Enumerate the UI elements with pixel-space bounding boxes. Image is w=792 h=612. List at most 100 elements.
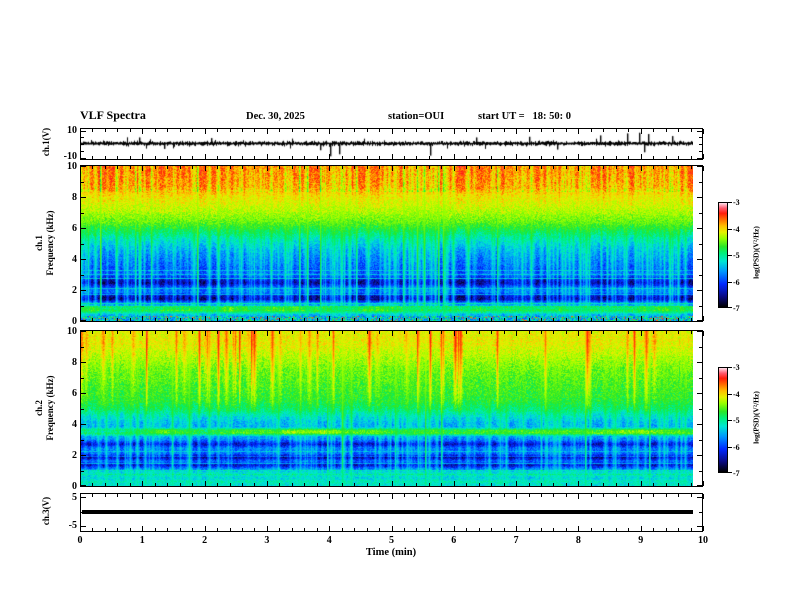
tick-mark (578, 481, 579, 486)
tick-mark (130, 318, 131, 321)
tick-mark (81, 512, 84, 513)
tick-mark (242, 331, 243, 334)
tick-mark (367, 483, 368, 486)
tick-mark (429, 318, 430, 321)
tick-mark (404, 483, 405, 486)
tick-mark (441, 528, 442, 531)
tick-mark (566, 483, 567, 486)
tick-mark (92, 528, 93, 531)
tick-mark (367, 528, 368, 531)
tick-mark (641, 331, 642, 336)
tick-mark (254, 331, 255, 334)
tick-mark (167, 318, 168, 321)
tick-mark (653, 318, 654, 321)
tick-mark (254, 528, 255, 531)
tick-mark (292, 494, 293, 497)
tick-mark (254, 483, 255, 486)
tick-mark (591, 494, 592, 497)
tick-mark (728, 367, 732, 368)
tick-mark (441, 156, 442, 159)
tick-mark (92, 156, 93, 159)
tick-mark (92, 494, 93, 497)
tick-mark (691, 129, 692, 132)
tick-mark (466, 129, 467, 132)
tick-mark (205, 526, 206, 531)
tick-mark (81, 166, 86, 167)
tick-mark (130, 166, 131, 169)
tick-mark (342, 331, 343, 334)
tick-mark (504, 129, 505, 132)
tick-mark (81, 259, 86, 260)
tick-mark (92, 166, 93, 169)
tick-mark (81, 409, 84, 410)
tick-mark (678, 166, 679, 169)
tick-mark (591, 129, 592, 132)
tick-mark (541, 156, 542, 159)
tick-mark (105, 528, 106, 531)
time-tick-label: 8 (575, 535, 581, 546)
tick-mark (81, 182, 84, 183)
tick-mark (81, 347, 84, 348)
ch1-wave-axis-label: ch.1(V) (41, 127, 51, 157)
time-tick-label: 5 (389, 535, 394, 546)
tick-mark (628, 494, 629, 497)
colorbar-ch2 (718, 367, 728, 473)
tick-mark (304, 318, 305, 321)
tick-mark (541, 166, 542, 169)
tick-mark (167, 528, 168, 531)
tick-mark (155, 156, 156, 159)
tick-mark (279, 331, 280, 334)
tick-mark (81, 158, 86, 159)
station-label: station=OUI (388, 111, 445, 122)
tick-mark (566, 331, 567, 334)
tick-mark (267, 166, 268, 171)
tick-mark (529, 494, 530, 497)
tick-mark (641, 166, 642, 171)
ch2-spec-ytick-label: 4 (72, 419, 77, 430)
tick-mark (142, 494, 143, 499)
tick-mark (697, 197, 702, 198)
tick-mark (454, 154, 455, 159)
tick-mark (279, 494, 280, 497)
ch1-spec-ytick-label: 10 (67, 161, 77, 172)
tick-mark (81, 244, 84, 245)
tick-mark (479, 494, 480, 497)
tick-mark (491, 331, 492, 334)
tick-mark (479, 318, 480, 321)
tick-mark (416, 156, 417, 159)
tick-mark (155, 483, 156, 486)
tick-mark (703, 481, 704, 486)
tick-mark (292, 318, 293, 321)
tick-mark (699, 151, 702, 152)
tick-mark (699, 471, 702, 472)
tick-mark (566, 156, 567, 159)
tick-mark (342, 129, 343, 132)
tick-mark (130, 528, 131, 531)
tick-mark (541, 528, 542, 531)
ch1-spec-ytick-label: 2 (72, 285, 77, 296)
tick-mark (541, 494, 542, 497)
tick-mark (616, 129, 617, 132)
tick-mark (155, 166, 156, 169)
tick-mark (404, 129, 405, 132)
tick-mark (192, 166, 193, 169)
tick-mark (641, 129, 642, 134)
tick-mark (130, 331, 131, 334)
tick-mark (81, 144, 84, 145)
tick-mark (342, 494, 343, 497)
tick-mark (155, 528, 156, 531)
tick-mark (130, 483, 131, 486)
tick-mark (180, 483, 181, 486)
tick-mark (342, 483, 343, 486)
tick-mark (317, 483, 318, 486)
tick-mark (616, 166, 617, 169)
tick-mark (81, 455, 86, 456)
tick-mark (666, 156, 667, 159)
tick-mark (666, 331, 667, 334)
tick-mark (217, 528, 218, 531)
tick-mark (242, 494, 243, 497)
tick-mark (317, 494, 318, 497)
tick-mark (454, 331, 455, 336)
tick-mark (591, 318, 592, 321)
tick-mark (379, 156, 380, 159)
